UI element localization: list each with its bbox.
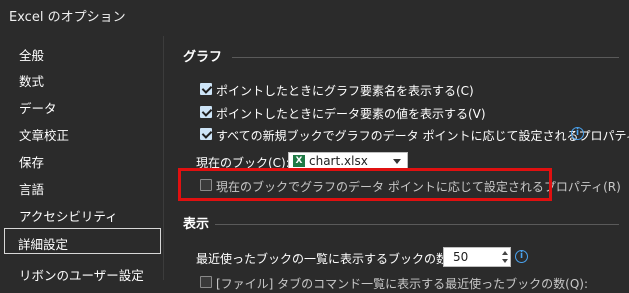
window-title: Excel のオプション <box>9 10 126 25</box>
info-icon[interactable]: i <box>571 127 584 140</box>
sidebar-item-label: 全般 <box>19 48 45 63</box>
info-icon[interactable]: i <box>515 250 528 263</box>
sidebar-item-label: リボンのユーザー設定 <box>19 268 144 283</box>
sidebar-item-label: 言語 <box>19 182 45 197</box>
sidebar-item-label: アクセシビリティ <box>19 209 118 224</box>
recent-books-count-value: 50 <box>453 250 469 264</box>
sidebar-item-label: 保存 <box>19 155 45 170</box>
section-title-graph: グラフ <box>183 50 223 65</box>
sidebar-item-label: 詳細設定 <box>18 237 69 252</box>
sidebar-item-advanced[interactable]: 詳細設定 <box>4 228 161 254</box>
sidebar-item-formulas[interactable]: 数式 <box>4 66 161 92</box>
sidebar-item-accessibility[interactable]: アクセシビリティ <box>4 201 161 227</box>
sidebar-item-label: データ <box>19 101 57 116</box>
sidebar-divider <box>163 36 164 280</box>
chevron-down-icon <box>393 159 401 164</box>
sidebar-item-label: 数式 <box>19 74 45 89</box>
sidebar-item-save[interactable]: 保存 <box>4 147 161 173</box>
sidebar-item-general[interactable]: 全般 <box>4 40 161 66</box>
sidebar-nav: 全般 数式 データ 文章校正 保存 言語 アクセシビリティ 詳細設定 リボンのユ… <box>0 36 163 283</box>
checkbox[interactable] <box>200 83 212 95</box>
title-bar: Excel のオプション <box>0 0 629 28</box>
sidebar-item-customize-ribbon[interactable]: リボンのユーザー設定 <box>4 260 161 286</box>
option-label: [ファイル] タブのコマンド一覧に表示する最近使ったブックの数(Q): <box>216 277 589 291</box>
current-book-value: chart.xlsx <box>309 154 368 168</box>
section-title-display: 表示 <box>183 217 210 232</box>
option-label: すべての新規ブックでグラフのデータ ポイントに応じて設定されるプロパティ(P) <box>216 129 629 143</box>
highlight-box <box>178 168 552 201</box>
sidebar-item-data[interactable]: データ <box>4 93 161 119</box>
option-label: ポイントしたときにデータ要素の値を表示する(V) <box>216 107 486 121</box>
recent-books-count-input[interactable]: 50 <box>443 247 511 267</box>
spin-down-icon[interactable] <box>502 259 508 263</box>
spin-up-icon[interactable] <box>502 251 508 255</box>
sidebar-item-label: 文章校正 <box>19 128 70 143</box>
checkbox[interactable] <box>200 276 212 288</box>
excel-file-icon: X <box>293 155 305 167</box>
sidebar-item-language[interactable]: 言語 <box>4 174 161 200</box>
section-divider <box>232 57 619 58</box>
checkbox[interactable] <box>200 106 212 118</box>
sidebar-item-proofing[interactable]: 文章校正 <box>4 120 161 146</box>
recent-books-label: 最近使ったブックの一覧に表示するブックの数(R): <box>196 252 470 266</box>
option-label: ポイントしたときにグラフ要素名を表示する(C) <box>216 84 474 98</box>
checkbox[interactable] <box>200 128 212 140</box>
section-divider <box>215 224 619 225</box>
